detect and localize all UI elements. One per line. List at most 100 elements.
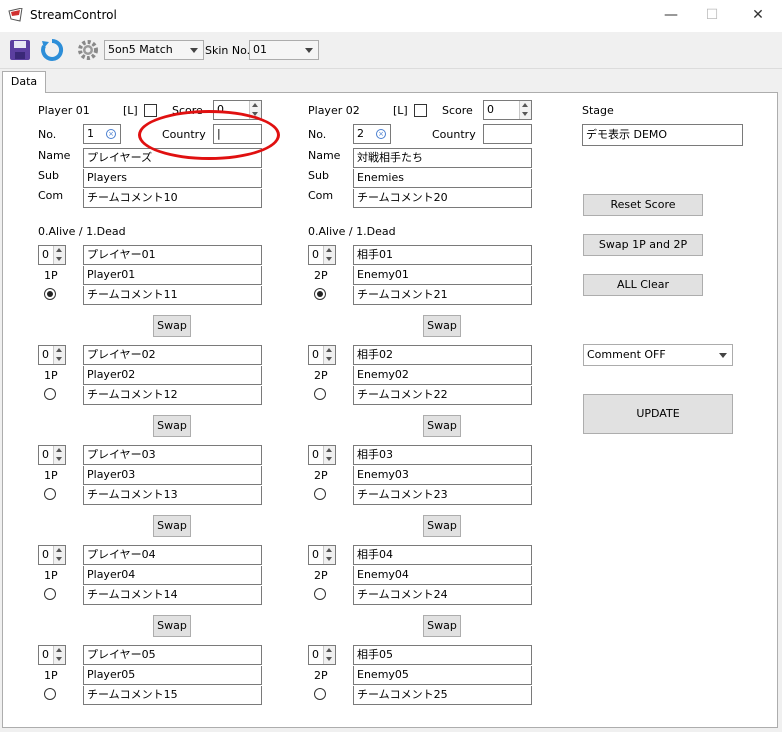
p1-player-com-input[interactable]: チームコメント15 (83, 686, 262, 705)
p2-player-radio[interactable] (314, 588, 326, 600)
arrow-up-icon[interactable] (326, 448, 332, 452)
arrow-up-icon[interactable] (56, 548, 62, 552)
gear-icon[interactable] (76, 38, 100, 62)
p1-player-name-input[interactable]: プレイヤー03 (83, 445, 262, 465)
p2-swap-button[interactable]: Swap (423, 615, 461, 637)
skin-select[interactable]: 01 (249, 40, 319, 60)
stage-input[interactable]: デモ表示 DEMO (582, 124, 743, 146)
close-button[interactable]: ✕ (743, 4, 773, 26)
p2-player-sub-input[interactable]: Enemy04 (353, 566, 532, 585)
p1-player-radio[interactable] (44, 288, 56, 300)
p1-swap-button[interactable]: Swap (153, 615, 191, 637)
arrow-down-icon[interactable] (326, 357, 332, 361)
spinner-arrows[interactable] (249, 101, 261, 119)
p2-player-name-input[interactable]: 相手03 (353, 445, 532, 465)
p2-name-input[interactable]: 対戦相手たち (353, 148, 532, 168)
p2-player-com-input[interactable]: チームコメント23 (353, 486, 532, 505)
spinner-arrows[interactable] (53, 646, 65, 664)
p2-player-com-input[interactable]: チームコメント22 (353, 386, 532, 405)
p2-player-name-input[interactable]: 相手02 (353, 345, 532, 365)
p1-player-sub-input[interactable]: Player05 (83, 666, 262, 685)
maximize-button[interactable]: ☐ (697, 4, 727, 26)
p2-player-radio[interactable] (314, 488, 326, 500)
p1-swap-button[interactable]: Swap (153, 315, 191, 337)
arrow-down-icon[interactable] (56, 557, 62, 561)
p2-com-input[interactable]: チームコメント20 (353, 189, 532, 208)
p2-player-com-input[interactable]: チームコメント21 (353, 286, 532, 305)
p1-player-name-input[interactable]: プレイヤー05 (83, 645, 262, 665)
p2-player-state-spinner[interactable]: 0 (308, 545, 336, 565)
p1-player-radio[interactable] (44, 388, 56, 400)
p1-player-name-input[interactable]: プレイヤー04 (83, 545, 262, 565)
p2-swap-button[interactable]: Swap (423, 415, 461, 437)
spinner-arrows[interactable] (323, 446, 335, 464)
arrow-down-icon[interactable] (252, 112, 258, 116)
refresh-icon[interactable] (40, 38, 64, 62)
arrow-up-icon[interactable] (56, 348, 62, 352)
p2-player-sub-input[interactable]: Enemy03 (353, 466, 532, 485)
spinner-arrows[interactable] (323, 346, 335, 364)
tab-data[interactable]: Data (2, 71, 46, 93)
p1-player-state-spinner[interactable]: 0 (38, 545, 66, 565)
spinner-arrows[interactable] (53, 546, 65, 564)
p2-player-radio[interactable] (314, 388, 326, 400)
p1-no-input[interactable]: 1 × (83, 124, 121, 144)
p1-player-com-input[interactable]: チームコメント12 (83, 386, 262, 405)
p1-player-state-spinner[interactable]: 0 (38, 645, 66, 665)
clear-icon[interactable]: × (106, 129, 116, 139)
p2-player-state-spinner[interactable]: 0 (308, 345, 336, 365)
p1-player-sub-input[interactable]: Player02 (83, 366, 262, 385)
p2-player-com-input[interactable]: チームコメント24 (353, 586, 532, 605)
p2-player-name-input[interactable]: 相手01 (353, 245, 532, 265)
p2-sub-input[interactable]: Enemies (353, 169, 532, 188)
spinner-arrows[interactable] (519, 101, 531, 119)
p2-no-input[interactable]: 2 × (353, 124, 391, 144)
match-mode-select[interactable]: 5on5 Match (104, 40, 204, 60)
arrow-up-icon[interactable] (326, 548, 332, 552)
arrow-down-icon[interactable] (56, 457, 62, 461)
save-icon[interactable] (8, 38, 32, 62)
arrow-down-icon[interactable] (56, 357, 62, 361)
arrow-up-icon[interactable] (326, 348, 332, 352)
p2-player-name-input[interactable]: 相手05 (353, 645, 532, 665)
arrow-up-icon[interactable] (326, 248, 332, 252)
p1-player-radio[interactable] (44, 488, 56, 500)
comment-select[interactable]: Comment OFF (583, 344, 733, 366)
swap-sides-button[interactable]: Swap 1P and 2P (583, 234, 703, 256)
arrow-down-icon[interactable] (326, 457, 332, 461)
arrow-down-icon[interactable] (326, 557, 332, 561)
p1-player-sub-input[interactable]: Player03 (83, 466, 262, 485)
p2-lflag-checkbox[interactable] (414, 104, 427, 117)
p2-swap-button[interactable]: Swap (423, 515, 461, 537)
arrow-up-icon[interactable] (326, 648, 332, 652)
p2-swap-button[interactable]: Swap (423, 315, 461, 337)
p2-country-input[interactable] (483, 124, 532, 144)
p1-score-spinner[interactable]: 0 (213, 100, 262, 120)
arrow-up-icon[interactable] (252, 103, 258, 107)
p2-player-com-input[interactable]: チームコメント25 (353, 686, 532, 705)
p2-player-sub-input[interactable]: Enemy05 (353, 666, 532, 685)
p1-player-com-input[interactable]: チームコメント13 (83, 486, 262, 505)
arrow-up-icon[interactable] (56, 248, 62, 252)
spinner-arrows[interactable] (323, 546, 335, 564)
all-clear-button[interactable]: ALL Clear (583, 274, 703, 296)
spinner-arrows[interactable] (53, 346, 65, 364)
p1-player-state-spinner[interactable]: 0 (38, 245, 66, 265)
spinner-arrows[interactable] (323, 646, 335, 664)
p1-player-state-spinner[interactable]: 0 (38, 445, 66, 465)
spinner-arrows[interactable] (53, 246, 65, 264)
p1-lflag-checkbox[interactable] (144, 104, 157, 117)
p1-player-sub-input[interactable]: Player01 (83, 266, 262, 285)
p1-country-input[interactable]: | (213, 124, 262, 144)
p1-sub-input[interactable]: Players (83, 169, 262, 188)
arrow-down-icon[interactable] (326, 257, 332, 261)
reset-score-button[interactable]: Reset Score (583, 194, 703, 216)
update-button[interactable]: UPDATE (583, 394, 733, 434)
arrow-down-icon[interactable] (326, 657, 332, 661)
p1-player-com-input[interactable]: チームコメント11 (83, 286, 262, 305)
p2-player-state-spinner[interactable]: 0 (308, 245, 336, 265)
p1-player-radio[interactable] (44, 588, 56, 600)
clear-icon[interactable]: × (376, 129, 386, 139)
arrow-up-icon[interactable] (56, 448, 62, 452)
p2-score-spinner[interactable]: 0 (483, 100, 532, 120)
